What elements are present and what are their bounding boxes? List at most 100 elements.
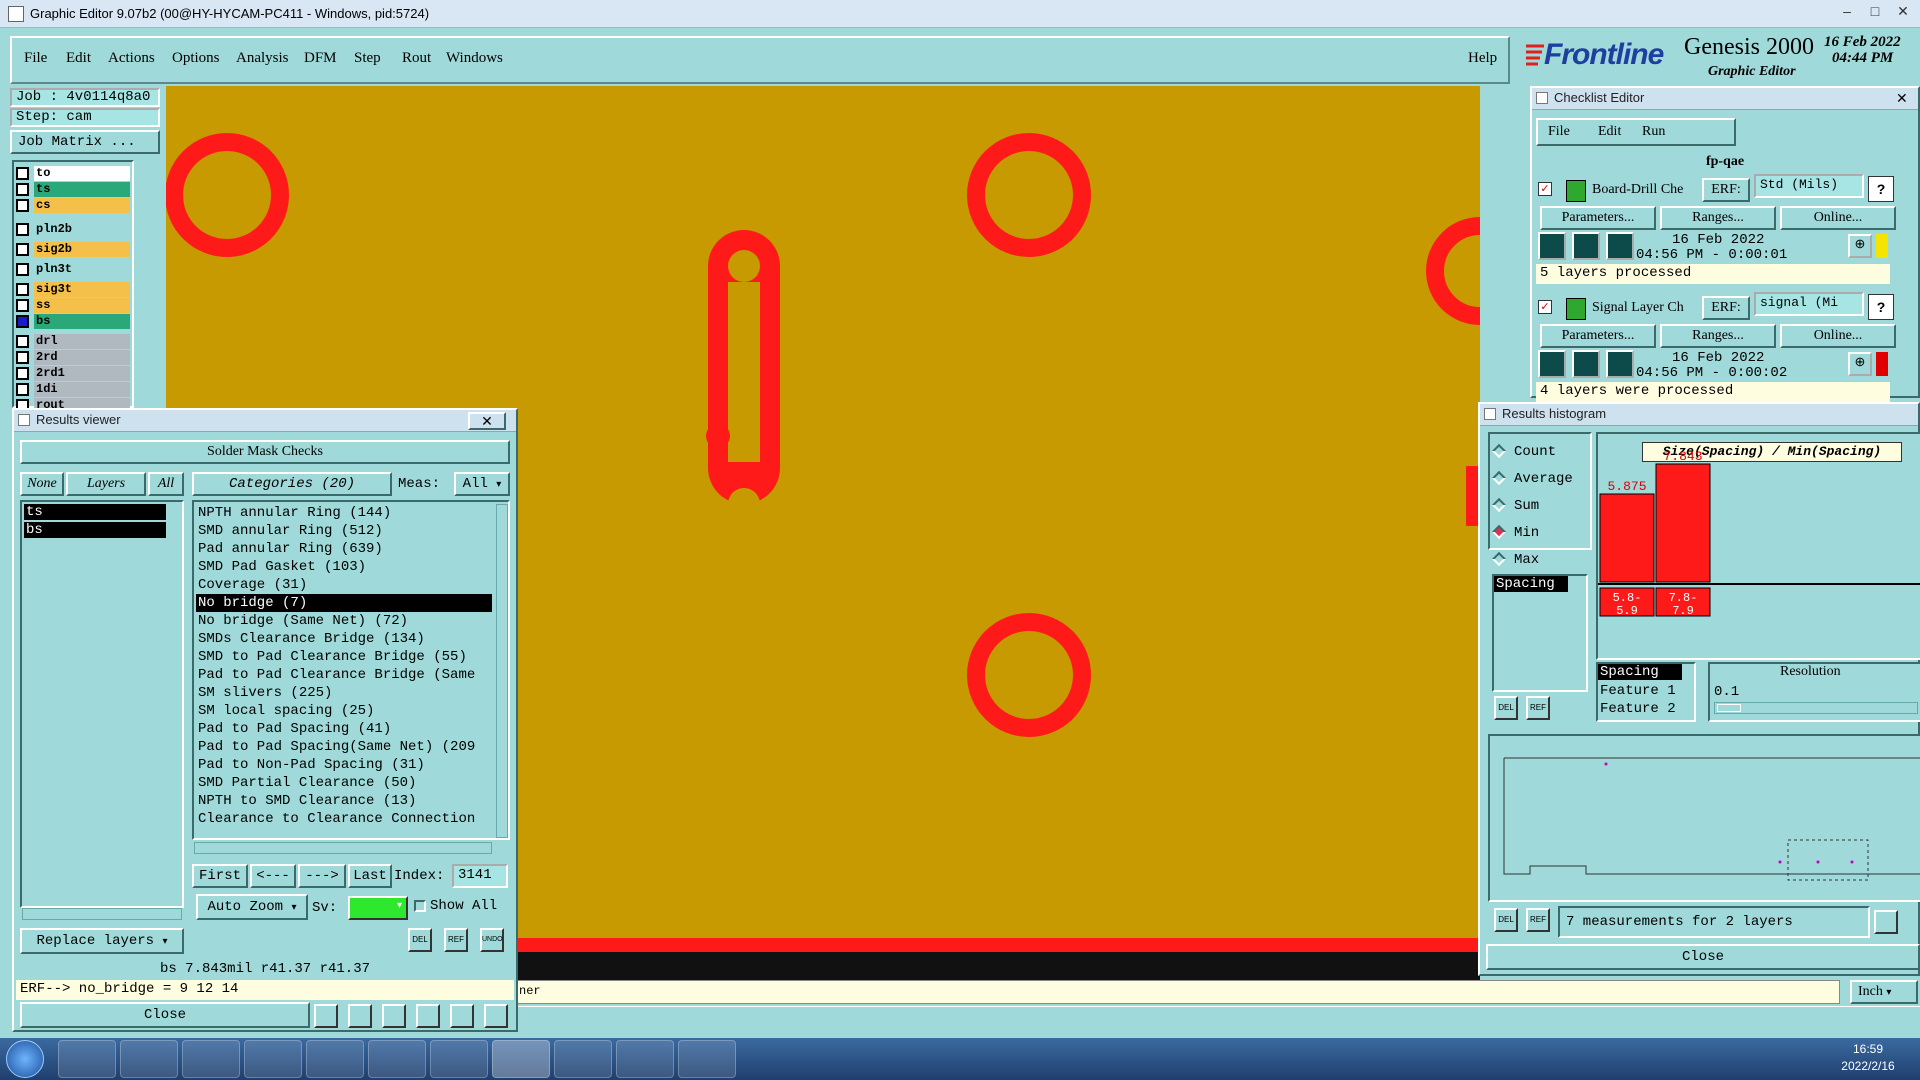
menu-help[interactable]: Help <box>1468 50 1497 67</box>
layer-checkbox[interactable] <box>16 263 29 276</box>
category-item[interactable]: No bridge (Same Net) (72) <box>196 612 492 630</box>
index-field[interactable]: 3141 <box>452 864 508 888</box>
del-icon[interactable]: DEL <box>1494 908 1518 932</box>
layer-row-sig2b[interactable]: sig2b <box>14 242 134 258</box>
menu-rout[interactable]: Rout <box>402 50 431 67</box>
category-item[interactable]: Clearance to Clearance Connection <box>196 810 492 828</box>
menu-windows[interactable]: Windows <box>446 50 503 67</box>
layer-row-sig3t[interactable]: sig3t <box>14 282 134 298</box>
layer-row-pln3t[interactable]: pln3t <box>14 262 134 278</box>
category-item[interactable]: SM slivers (225) <box>196 684 492 702</box>
layer-name[interactable]: bs <box>34 314 130 329</box>
layer-checkbox[interactable] <box>16 383 29 396</box>
menu-file[interactable]: File <box>24 50 47 67</box>
layer-checkbox[interactable] <box>16 299 29 312</box>
category-item[interactable]: Pad annular Ring (639) <box>196 540 492 558</box>
check-enabled-checkbox[interactable]: ✓ <box>1538 300 1552 314</box>
category-item[interactable]: SMDs Clearance Bridge (134) <box>196 630 492 648</box>
layer-name[interactable]: drl <box>34 334 130 349</box>
layer-row-2rd[interactable]: 2rd <box>14 350 134 366</box>
layer-checkbox[interactable] <box>16 351 29 364</box>
slider-thumb[interactable] <box>1717 704 1741 712</box>
layer-item-bs[interactable]: bs <box>24 522 166 538</box>
category-item[interactable]: SMD Pad Gasket (103) <box>196 558 492 576</box>
close-icon[interactable]: ✕ <box>468 412 506 430</box>
system-tray-icons[interactable] <box>1670 1048 1820 1068</box>
menu-edit[interactable]: Edit <box>66 50 91 67</box>
layer-item-ts[interactable]: ts <box>24 504 166 520</box>
online-button[interactable]: Online... <box>1780 206 1896 230</box>
vertical-scrollbar[interactable] <box>496 504 508 838</box>
taskbar-app-mail-icon[interactable] <box>678 1040 736 1078</box>
start-icon[interactable] <box>6 1040 44 1078</box>
cross-tool-icon[interactable] <box>382 1004 406 1028</box>
layer-row-cs[interactable]: cs <box>14 198 134 214</box>
histogram-tool-icon[interactable] <box>484 1004 508 1028</box>
taskbar-app-save-icon[interactable] <box>182 1040 240 1078</box>
close-icon[interactable]: ✕ <box>1890 2 1916 22</box>
menu-options[interactable]: Options <box>172 50 220 67</box>
checklist-menu-run[interactable]: Run <box>1642 124 1665 140</box>
run-all-icon[interactable] <box>1572 350 1600 378</box>
layers-button[interactable]: Layers <box>66 472 146 496</box>
close-icon[interactable]: ✕ <box>1896 90 1914 108</box>
layer-name[interactable]: 1di <box>34 382 130 397</box>
layer-checkbox[interactable] <box>16 367 29 380</box>
layer-checkbox[interactable] <box>16 223 29 236</box>
taskbar-app-pcb-icon[interactable] <box>306 1040 364 1078</box>
stop-icon[interactable] <box>1606 350 1634 378</box>
run-icon[interactable] <box>1538 350 1566 378</box>
del-icon[interactable]: DEL <box>408 928 432 952</box>
layer-row-pln2b[interactable]: pln2b <box>14 222 134 238</box>
taskbar-app-x-icon[interactable] <box>492 1040 550 1078</box>
layer-name[interactable]: 2rd1 <box>34 366 130 381</box>
histogram-bar[interactable] <box>1599 493 1655 583</box>
layer-row-ts[interactable]: ts <box>14 182 134 198</box>
chart-tool-icon[interactable] <box>314 1004 338 1028</box>
run-icon[interactable] <box>1538 232 1566 260</box>
undo-icon[interactable]: UNDO <box>480 928 504 952</box>
zoom-select[interactable]: Auto Zoom ▾ <box>196 894 308 920</box>
taskbar-app-word-icon[interactable] <box>554 1040 612 1078</box>
layer-name[interactable]: ts <box>34 182 130 197</box>
minimize-icon[interactable]: – <box>1834 2 1860 22</box>
help-icon[interactable]: ? <box>1868 294 1894 320</box>
layer-name[interactable]: sig3t <box>34 282 130 297</box>
none-button[interactable]: None <box>20 472 64 496</box>
layer-row-2rd1[interactable]: 2rd1 <box>14 366 134 382</box>
del-icon[interactable]: DEL <box>1494 696 1518 720</box>
taskbar-app-excel-icon[interactable] <box>368 1040 426 1078</box>
histogram-close-button[interactable]: Close <box>1486 944 1920 970</box>
categories-button[interactable]: Categories (20) <box>192 472 392 496</box>
horizontal-scrollbar[interactable] <box>22 908 182 920</box>
online-button[interactable]: Online... <box>1780 324 1896 348</box>
help-icon[interactable]: ? <box>1868 176 1894 202</box>
taskbar-app-viewer-icon[interactable] <box>430 1040 488 1078</box>
parameters-button[interactable]: Parameters... <box>1540 206 1656 230</box>
histogram-bar[interactable] <box>1655 463 1711 583</box>
replace-layers-select[interactable]: Replace layers ▾ <box>20 928 184 954</box>
run-all-icon[interactable] <box>1572 232 1600 260</box>
taskbar-app-genesis-icon[interactable] <box>244 1040 302 1078</box>
next-button[interactable]: ---> <box>298 864 346 888</box>
menu-actions[interactable]: Actions <box>108 50 155 67</box>
category-item[interactable]: Pad to Pad Clearance Bridge (Same <box>196 666 492 684</box>
category-item[interactable]: Pad to Non-Pad Spacing (31) <box>196 756 492 774</box>
parameters-button[interactable]: Parameters... <box>1540 324 1656 348</box>
ranges-button[interactable]: Ranges... <box>1660 324 1776 348</box>
last-button[interactable]: Last <box>348 864 392 888</box>
check-enabled-checkbox[interactable]: ✓ <box>1538 182 1552 196</box>
check-tool-icon[interactable] <box>416 1004 440 1028</box>
layer-row-bs[interactable]: bs <box>14 314 134 330</box>
ranges-button[interactable]: Ranges... <box>1660 206 1776 230</box>
layer-checkbox[interactable] <box>16 199 29 212</box>
category-item[interactable]: Pad to Pad Spacing(Same Net) (209 <box>196 738 492 756</box>
stop-icon[interactable] <box>1606 232 1634 260</box>
layer-name[interactable]: ss <box>34 298 130 313</box>
measure-item-feature2[interactable]: Feature 2 <box>1600 700 1676 718</box>
erf-value[interactable]: Std (Mils) <box>1754 174 1864 198</box>
ref-icon[interactable]: REF <box>1526 908 1550 932</box>
histogram-list-item[interactable]: Spacing <box>1494 576 1568 592</box>
ref-icon[interactable]: REF <box>1526 696 1550 720</box>
meas-select[interactable]: All ▾ <box>454 472 510 496</box>
